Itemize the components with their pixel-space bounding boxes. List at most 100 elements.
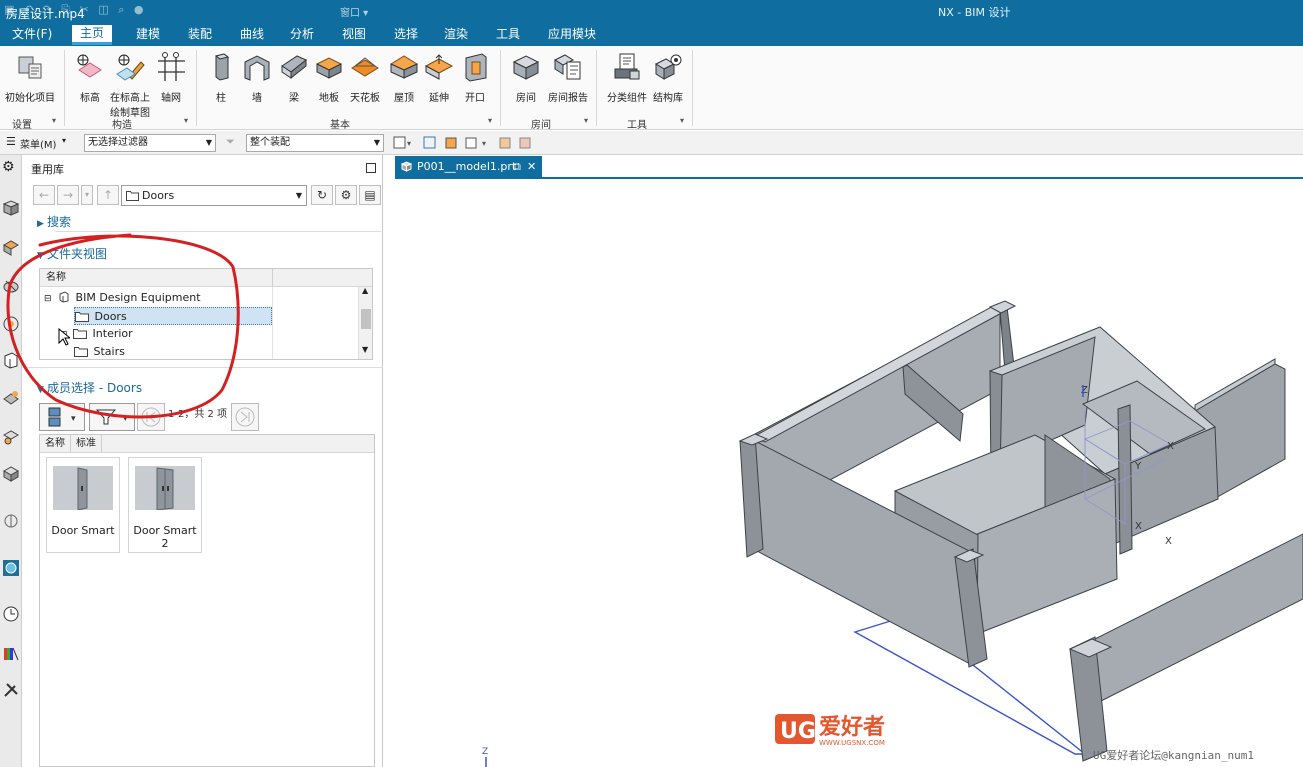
- sketch-on-level-button[interactable]: 在标高上 绘制草图: [108, 52, 152, 119]
- web-browser-icon[interactable]: [2, 427, 20, 445]
- column-divider: [272, 269, 273, 287]
- selection-scope-combo[interactable]: 整个装配 ▼: [246, 134, 384, 152]
- svg-text:▾: ▾: [407, 139, 411, 148]
- member-card-label: Door Smart: [51, 524, 115, 537]
- member-card-label: Door Smart 2: [133, 524, 197, 550]
- classify-component-label: 分类组件: [607, 93, 647, 104]
- roof-button[interactable]: 屋顶: [388, 52, 420, 104]
- extend-button[interactable]: 延伸: [423, 52, 455, 104]
- roles-icon[interactable]: [2, 681, 20, 699]
- chevron-down-icon[interactable]: ▾: [52, 116, 56, 125]
- scrollbar-thumb[interactable]: [361, 309, 371, 329]
- level-label: 标高: [80, 93, 100, 104]
- logo-url: WWW.UGSNX.COM: [819, 739, 885, 747]
- graphics-window[interactable]: Z Y X X X Z UG 爱好者 WWW.UGSNX.COM: [395, 179, 1303, 767]
- grid-button[interactable]: 轴网: [154, 52, 188, 104]
- logo-brand: UG: [780, 719, 816, 744]
- room-button[interactable]: 房间: [508, 52, 544, 104]
- part-tab[interactable]: P001__model1.prt ⧉ ✕: [395, 156, 542, 177]
- chevron-down-icon: ▼: [205, 138, 212, 147]
- floor-label: 地板: [319, 93, 339, 104]
- wall-button[interactable]: 墙: [240, 52, 274, 104]
- beam-label: 梁: [289, 93, 299, 104]
- tab-standard[interactable]: 标准: [71, 435, 102, 452]
- close-icon[interactable]: ✕: [527, 156, 536, 177]
- library-settings-button[interactable]: ⚙: [335, 185, 357, 205]
- chevron-down-icon[interactable]: ▼: [362, 345, 368, 354]
- chevron-up-icon[interactable]: ▲: [362, 286, 368, 295]
- level-button[interactable]: 标高: [72, 52, 108, 104]
- tab-curve[interactable]: 曲线: [232, 26, 272, 46]
- floor-icon: [315, 57, 343, 79]
- structure-library-button[interactable]: 结构库: [650, 52, 686, 104]
- chevron-down-icon[interactable]: ▾: [488, 116, 492, 125]
- floor-button[interactable]: 地板: [313, 52, 345, 104]
- path-combo[interactable]: Doors ▼: [121, 185, 307, 206]
- grid-label: 轴网: [161, 93, 181, 104]
- folder-icon: [126, 191, 139, 201]
- tree-scrollbar[interactable]: ▲ ▼: [358, 286, 372, 359]
- history-dropdown[interactable]: ▾: [81, 185, 93, 205]
- room-report-button[interactable]: 房间报告: [546, 52, 590, 104]
- tab-view[interactable]: 视图: [334, 26, 374, 46]
- init-project-icon: [18, 56, 42, 79]
- palette-icon[interactable]: [2, 645, 20, 663]
- window-label: 窗口: [340, 8, 360, 19]
- tab-home[interactable]: 主页: [72, 25, 113, 45]
- tab-assembly[interactable]: 装配: [180, 26, 220, 46]
- forward-button[interactable]: →: [57, 185, 79, 205]
- tab-file[interactable]: 文件(F): [4, 26, 60, 46]
- member-card[interactable]: Door Smart: [46, 457, 120, 553]
- selection-filter-combo[interactable]: 无选择过滤器 ▼: [84, 134, 216, 152]
- classify-component-button[interactable]: 分类组件: [604, 52, 650, 104]
- filter-funnel-icon[interactable]: ⏷: [226, 135, 235, 149]
- grid-icon: [158, 52, 185, 81]
- library-view-button[interactable]: ▤: [359, 185, 381, 205]
- menu-button[interactable]: 菜单(M): [20, 136, 56, 151]
- wall-icon: [244, 55, 270, 81]
- chevron-down-icon[interactable]: ▾: [680, 116, 684, 125]
- chevron-down-icon[interactable]: ▾: [62, 136, 66, 145]
- chevron-down-icon[interactable]: ▾: [184, 116, 188, 125]
- tab-modeling[interactable]: 建模: [128, 26, 168, 46]
- group-divider: [196, 50, 197, 126]
- up-button[interactable]: ↑: [97, 185, 119, 205]
- tab-applications[interactable]: 应用模块: [540, 26, 604, 46]
- opening-button[interactable]: 开口: [459, 52, 491, 104]
- clock-icon[interactable]: [2, 605, 20, 623]
- back-button[interactable]: ←: [33, 185, 55, 205]
- popout-icon[interactable]: ⧉: [513, 156, 521, 177]
- chevron-down-icon[interactable]: ▾: [584, 116, 588, 125]
- process-studio-icon[interactable]: [2, 559, 20, 577]
- tab-analysis[interactable]: 分析: [282, 26, 322, 46]
- group-divider: [64, 50, 65, 126]
- menu-icon[interactable]: ☰: [6, 135, 16, 148]
- panel-title: 重用库: [31, 163, 64, 176]
- gear-icon[interactable]: ⚙: [2, 159, 20, 177]
- beam-button[interactable]: 梁: [278, 52, 310, 104]
- video-file-name: 房屋设计.mp4: [6, 7, 85, 21]
- window-menu[interactable]: 窗口 ▾: [340, 4, 368, 19]
- group-label-tools: 工具: [627, 120, 647, 131]
- tab-name[interactable]: 名称: [40, 435, 71, 452]
- system-materials-icon[interactable]: [2, 512, 20, 530]
- part-navigator-icon[interactable]: [2, 199, 20, 217]
- selection-filter-value: 无选择过滤器: [88, 137, 148, 148]
- history-icon[interactable]: [2, 465, 20, 483]
- refresh-button[interactable]: ↻: [311, 185, 333, 205]
- tab-tools[interactable]: 工具: [488, 26, 528, 46]
- ceiling-button[interactable]: 天花板: [347, 52, 383, 104]
- tab-render[interactable]: 渲染: [436, 26, 476, 46]
- maximize-icon[interactable]: [366, 163, 376, 173]
- group-label-construct: 构造: [112, 120, 132, 131]
- member-card[interactable]: Door Smart 2: [128, 457, 202, 553]
- tab-select[interactable]: 选择: [386, 26, 426, 46]
- init-project-button[interactable]: 初始化项目: [4, 52, 56, 104]
- selection-bar: ☰ 菜单(M) ▾ 无选择过滤器 ▼ ⏷ 整个装配 ▼ ▾ ▾: [0, 131, 1303, 155]
- column-button[interactable]: 柱: [206, 52, 236, 104]
- view-triad: Z: [482, 747, 488, 767]
- nx-window: ▣ ↶ ↷ ⎘ ✂ ◫ ⌕ ● 房屋设计.mp4 窗口 ▾ NX - BIM 设…: [0, 0, 1303, 767]
- structure-library-label: 结构库: [653, 93, 683, 104]
- snap-tools[interactable]: ▾ ▾: [392, 134, 552, 152]
- ribbon-tabs: 文件(F) 主页 建模 装配 曲线 分析 视图 选择 渲染 工具 应用模块: [0, 22, 1303, 46]
